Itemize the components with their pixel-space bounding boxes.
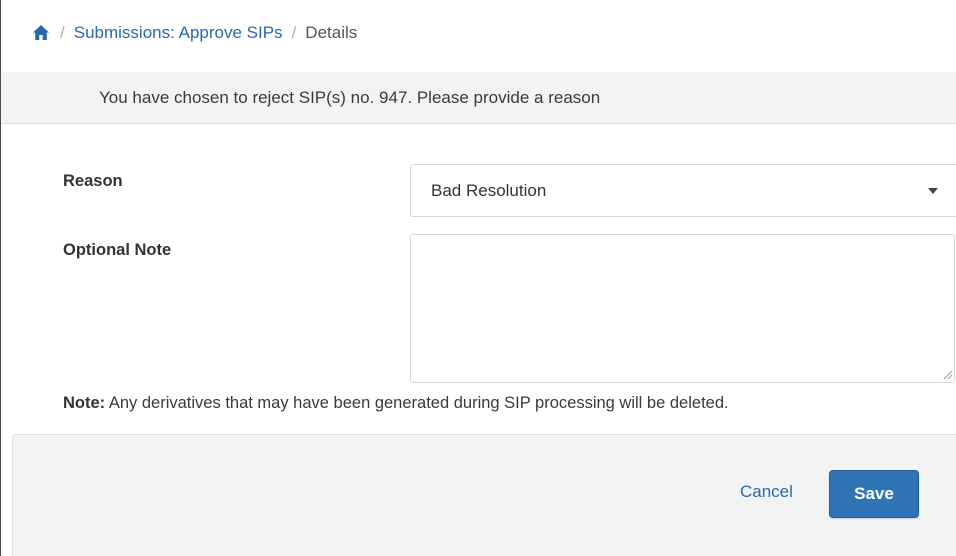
optional-note-textarea[interactable] bbox=[410, 234, 955, 383]
info-message: You have chosen to reject SIP(s) no. 947… bbox=[99, 87, 601, 107]
info-message-bar: You have chosen to reject SIP(s) no. 947… bbox=[1, 72, 956, 124]
cancel-button[interactable]: Cancel bbox=[740, 482, 793, 502]
save-button[interactable]: Save bbox=[829, 470, 919, 518]
breadcrumb-link-approve-sips[interactable]: Submissions: Approve SIPs bbox=[74, 23, 283, 43]
breadcrumb: / Submissions: Approve SIPs / Details bbox=[0, 18, 357, 48]
deletion-footnote: Note: Any derivatives that may have been… bbox=[63, 394, 729, 413]
reason-selected-value: Bad Resolution bbox=[431, 180, 547, 200]
breadcrumb-separator: / bbox=[60, 23, 65, 42]
resize-handle-icon[interactable] bbox=[941, 368, 953, 380]
home-icon[interactable] bbox=[32, 24, 50, 41]
footnote-prefix: Note: bbox=[63, 394, 106, 412]
dialog-footer bbox=[12, 434, 956, 556]
breadcrumb-separator: / bbox=[291, 23, 297, 42]
reason-label: Reason bbox=[63, 172, 123, 190]
chevron-down-icon[interactable] bbox=[928, 188, 938, 194]
optional-note-label: Optional Note bbox=[63, 241, 172, 259]
breadcrumb-current-page: Details bbox=[305, 23, 358, 42]
footnote-text: Any derivatives that may have been gener… bbox=[105, 394, 729, 412]
reason-select[interactable]: Bad Resolution bbox=[410, 164, 956, 217]
